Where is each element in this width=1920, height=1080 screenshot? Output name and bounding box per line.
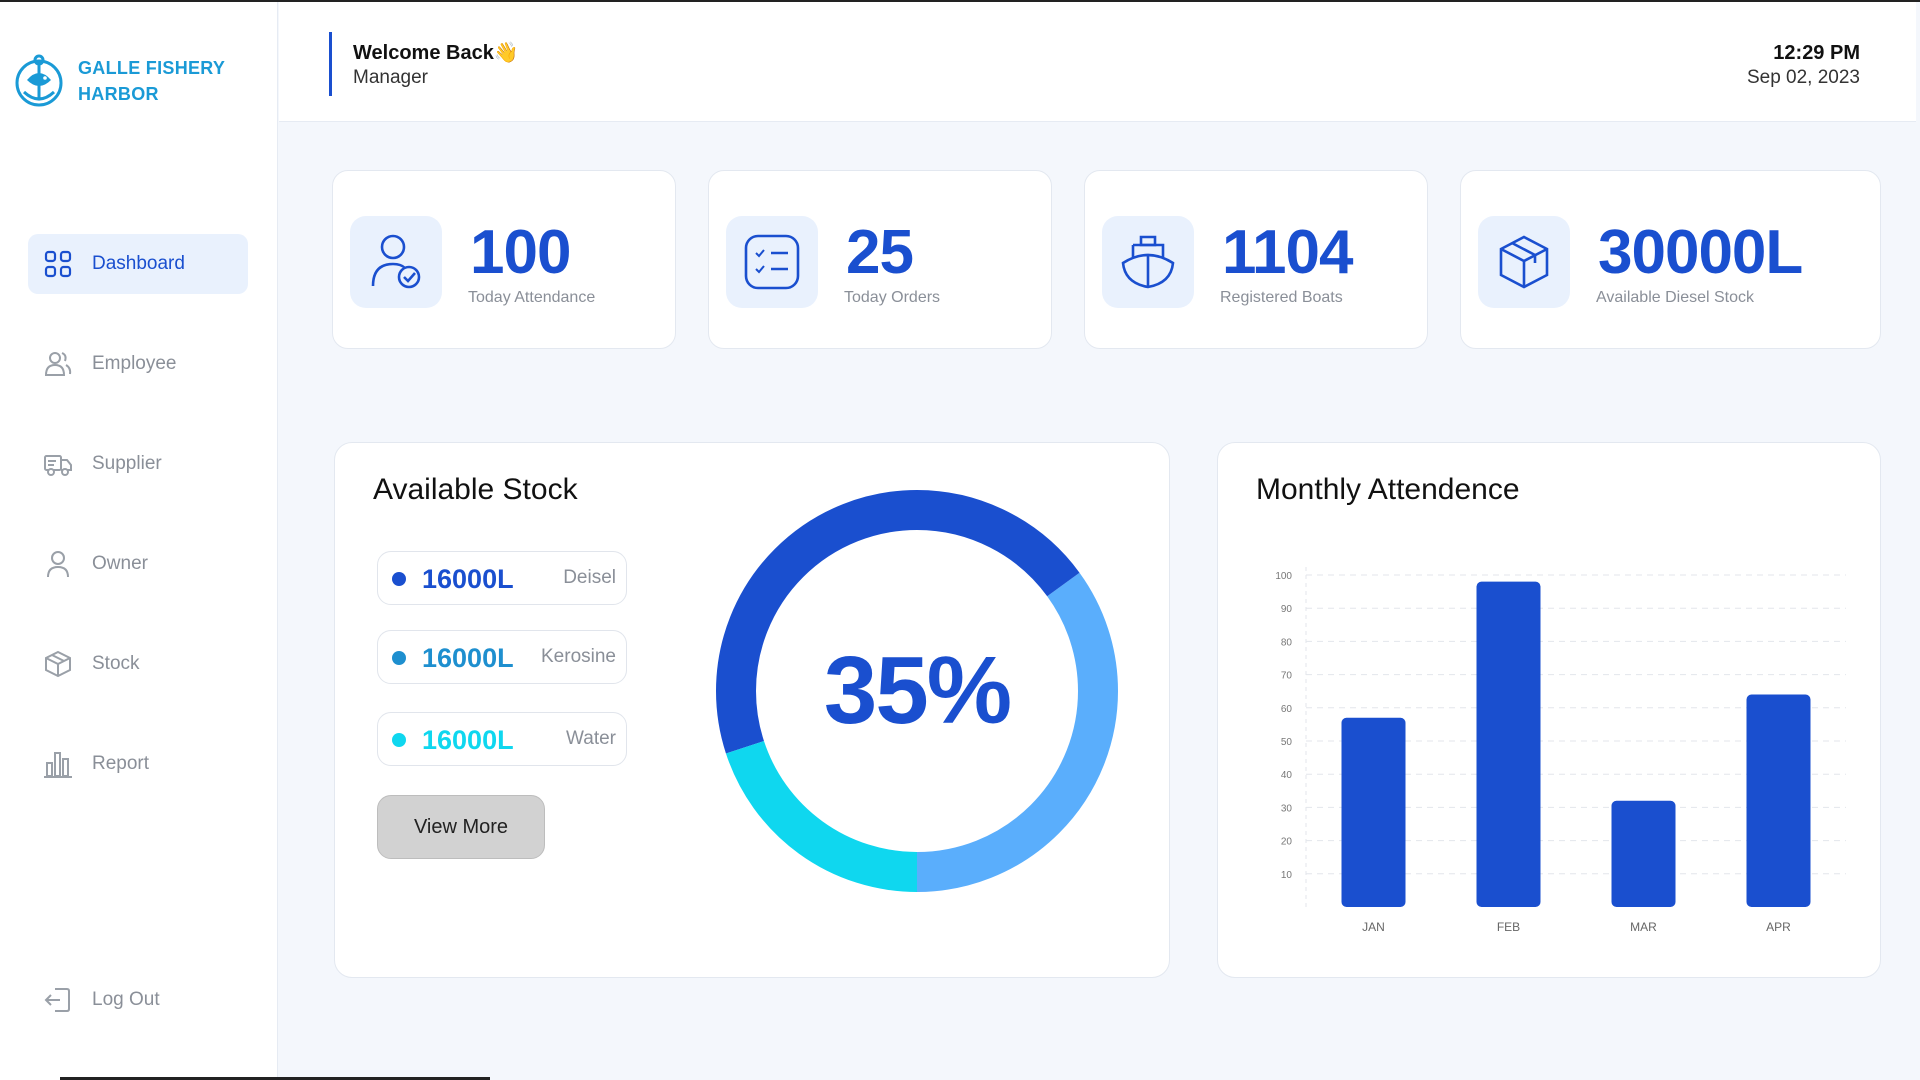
stock-item-kerosine[interactable]: 16000L Kerosine bbox=[377, 630, 627, 684]
monthly-attendance-panel: Monthly Attendence 10 20 30 40 50 60 70 80 90 100… bbox=[1217, 442, 1881, 978]
stat-value: 25 bbox=[846, 218, 914, 287]
sidebar-item-label: Supplier bbox=[92, 453, 162, 474]
legend-dot bbox=[392, 651, 406, 665]
view-more-button[interactable]: View More bbox=[377, 795, 545, 859]
y-tick-label: 60 bbox=[1281, 704, 1293, 715]
bar-mar[interactable] bbox=[1611, 800, 1676, 907]
panel-title: Available Stock bbox=[373, 473, 578, 506]
stat-card-orders[interactable]: 25 Today Orders bbox=[708, 170, 1052, 349]
anchor-fish-logo-icon bbox=[15, 54, 63, 107]
users-icon bbox=[40, 346, 76, 382]
welcome-accent-bar bbox=[329, 32, 332, 96]
x-tick-label: FEB bbox=[1497, 920, 1520, 934]
donut-percent-label: 35% bbox=[823, 637, 1012, 744]
logout-button[interactable]: Log Out bbox=[28, 970, 248, 1030]
y-tick-label: 30 bbox=[1281, 803, 1293, 814]
bar-feb[interactable] bbox=[1476, 581, 1541, 907]
x-tick-label: JAN bbox=[1362, 920, 1385, 934]
sidebar-item-label: Employee bbox=[92, 353, 177, 374]
stock-name: Kerosine bbox=[541, 646, 616, 667]
truck-icon bbox=[40, 446, 76, 482]
y-tick-label: 90 bbox=[1281, 604, 1293, 615]
stock-amount: 16000L bbox=[422, 564, 514, 594]
stat-card-boats[interactable]: 1104 Registered Boats bbox=[1084, 170, 1428, 349]
user-role: Manager bbox=[353, 67, 428, 88]
bar-apr[interactable] bbox=[1746, 694, 1811, 907]
grid-icon bbox=[40, 246, 76, 282]
sidebar-item-supplier[interactable]: Supplier bbox=[28, 434, 248, 494]
x-tick-label: MAR bbox=[1630, 920, 1657, 934]
stat-label: Today Orders bbox=[844, 289, 941, 306]
y-tick-label: 50 bbox=[1281, 737, 1293, 748]
logout-icon bbox=[40, 982, 76, 1018]
legend-dot bbox=[392, 733, 406, 747]
welcome-text: Welcome Back👋 bbox=[353, 42, 519, 64]
package-icon bbox=[1478, 216, 1570, 308]
sidebar-item-stock[interactable]: Stock bbox=[28, 634, 248, 694]
logout-label: Log Out bbox=[92, 989, 160, 1010]
stat-card-diesel[interactable]: 30000L Available Diesel Stock bbox=[1460, 170, 1881, 349]
sidebar-item-owner[interactable]: Owner bbox=[28, 534, 248, 594]
checklist-icon bbox=[726, 216, 818, 308]
stock-amount: 16000L bbox=[422, 643, 514, 673]
sidebar-item-dashboard[interactable]: Dashboard bbox=[28, 234, 248, 294]
logo-text: GALLE FISHERY HARBOR bbox=[78, 55, 225, 107]
user-check-icon bbox=[350, 216, 442, 308]
sidebar-item-label: Stock bbox=[92, 653, 140, 674]
current-time: 12:29 PM bbox=[1773, 42, 1860, 64]
sidebar: GALLE FISHERY HARBOR Dashboard Employee bbox=[0, 2, 278, 1080]
stat-card-attendance[interactable]: 100 Today Attendance bbox=[332, 170, 676, 349]
stat-label: Registered Boats bbox=[1220, 289, 1343, 306]
stock-name: Deisel bbox=[563, 567, 616, 588]
logo[interactable]: GALLE FISHERY HARBOR bbox=[14, 52, 225, 110]
available-stock-panel: Available Stock 16000L Deisel 16000L Ker… bbox=[334, 442, 1170, 978]
stock-amount: 16000L bbox=[422, 725, 514, 755]
box-icon bbox=[40, 646, 76, 682]
panel-title: Monthly Attendence bbox=[1256, 473, 1520, 506]
stat-value: 1104 bbox=[1222, 218, 1354, 287]
x-tick-label: APR bbox=[1766, 920, 1791, 934]
welcome-block: Welcome Back👋 Manager bbox=[353, 40, 519, 89]
bar-chart-icon bbox=[40, 746, 76, 782]
header: Welcome Back👋 Manager 12:29 PM Sep 02, 2… bbox=[279, 2, 1916, 122]
y-tick-label: 20 bbox=[1281, 837, 1293, 848]
boat-icon bbox=[1102, 216, 1194, 308]
stat-value: 30000L bbox=[1598, 218, 1803, 287]
stat-label: Available Diesel Stock bbox=[1596, 289, 1755, 306]
y-tick-label: 100 bbox=[1275, 571, 1292, 582]
stock-item-diesel[interactable]: 16000L Deisel bbox=[377, 551, 627, 605]
logo-line-2: HARBOR bbox=[78, 84, 159, 104]
sidebar-item-report[interactable]: Report bbox=[28, 734, 248, 794]
logo-line-1: GALLE FISHERY bbox=[78, 58, 226, 78]
legend-dot bbox=[392, 572, 406, 586]
y-tick-label: 40 bbox=[1281, 770, 1293, 781]
bar-jan[interactable] bbox=[1341, 717, 1406, 907]
stat-label: Today Attendance bbox=[468, 289, 596, 306]
stock-item-water[interactable]: 16000L Water bbox=[377, 712, 627, 766]
y-tick-label: 70 bbox=[1281, 671, 1293, 682]
sidebar-item-employee[interactable]: Employee bbox=[28, 334, 248, 394]
clock: 12:29 PM Sep 02, 2023 bbox=[1747, 42, 1860, 89]
y-tick-label: 10 bbox=[1281, 870, 1293, 881]
user-icon bbox=[40, 546, 76, 582]
sidebar-item-label: Report bbox=[92, 753, 150, 774]
attendance-bar-chart: 10 20 30 40 50 60 70 80 90 100 JAN FEB MAR APR bbox=[1275, 567, 1846, 934]
stock-name: Water bbox=[566, 728, 616, 749]
stat-value: 100 bbox=[470, 218, 571, 287]
sidebar-item-label: Dashboard bbox=[92, 253, 185, 274]
sidebar-item-label: Owner bbox=[92, 553, 148, 574]
current-date: Sep 02, 2023 bbox=[1746, 67, 1860, 88]
y-tick-label: 80 bbox=[1281, 637, 1293, 648]
